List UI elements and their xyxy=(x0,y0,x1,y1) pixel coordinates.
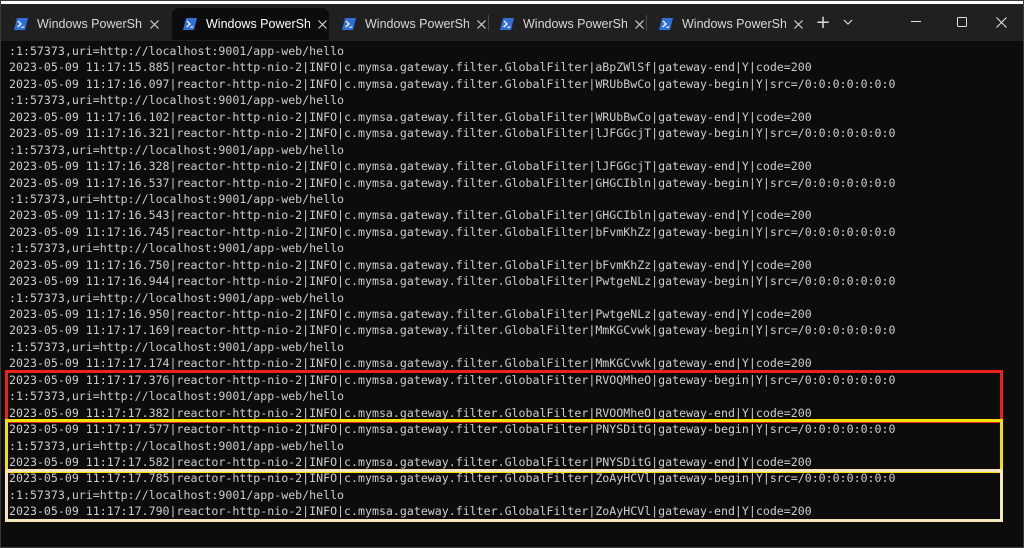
console-line: 2023-05-09 11:17:17.577|reactor-http-nio… xyxy=(9,422,896,437)
powershell-icon xyxy=(500,17,514,31)
console-line: 2023-05-09 11:17:17.376|reactor-http-nio… xyxy=(9,372,896,387)
console-line: :1:57373,uri=http://localhost:9001/app-w… xyxy=(9,487,345,502)
close-window-button[interactable] xyxy=(979,9,1023,35)
close-icon xyxy=(794,19,803,29)
tab-close-button[interactable] xyxy=(148,17,161,31)
console-line: 2023-05-09 11:17:16.944|reactor-http-nio… xyxy=(9,274,896,289)
console-line: 2023-05-09 11:17:17.382|reactor-http-nio… xyxy=(9,405,812,420)
console-line: 2023-05-09 11:17:16.543|reactor-http-nio… xyxy=(9,208,812,223)
console-line: :1:57373,uri=http://localhost:9001/app-w… xyxy=(9,142,345,157)
title-bar[interactable]: Windows PowerShe Windows PowerShe Windows … xyxy=(1,1,1023,41)
title-bar-top-strip xyxy=(1,1,1023,4)
console-line: 2023-05-09 11:17:16.537|reactor-http-nio… xyxy=(9,175,896,190)
close-icon xyxy=(477,19,486,29)
console-line: :1:57373,uri=http://localhost:9001/app-w… xyxy=(9,191,345,206)
console-line: 2023-05-09 11:17:16.950|reactor-http-nio… xyxy=(9,307,812,321)
tab-1[interactable]: Windows PowerShe xyxy=(3,8,161,40)
console-line: 2023-05-09 11:17:16.321|reactor-http-nio… xyxy=(9,126,896,141)
tab-label: Windows PowerShe xyxy=(37,17,142,31)
close-icon xyxy=(318,19,327,29)
console-line: :1:57373,uri=http://localhost:9001/app-w… xyxy=(9,438,345,453)
console-line: :1:57373,uri=http://localhost:9001/app-w… xyxy=(9,339,345,354)
minimize-button[interactable] xyxy=(893,9,939,35)
console-line: 2023-05-09 11:17:17.582|reactor-http-nio… xyxy=(9,454,812,469)
tab-label: Windows PowerShe xyxy=(523,17,627,31)
console-line: 2023-05-09 11:17:17.790|reactor-http-nio… xyxy=(9,504,812,519)
tab-close-button[interactable] xyxy=(792,17,805,31)
console-line: 2023-05-09 11:17:17.174|reactor-http-nio… xyxy=(9,356,812,371)
tab-label: Windows PowerShe xyxy=(206,17,310,31)
console-line: 2023-05-09 11:17:15.885|reactor-http-nio… xyxy=(9,60,812,75)
console-line: :1:57373,uri=http://localhost:9001/app-w… xyxy=(9,44,345,58)
powershell-icon xyxy=(342,17,356,31)
console-line: :1:57373,uri=http://localhost:9001/app-w… xyxy=(9,389,345,404)
console-line: 2023-05-09 11:17:17.169|reactor-http-nio… xyxy=(9,323,896,338)
tab-separator xyxy=(646,15,647,31)
powershell-icon xyxy=(14,17,28,31)
tab-label: Windows PowerShe xyxy=(365,17,469,31)
tab-close-button[interactable] xyxy=(475,17,488,31)
tab-4[interactable]: Windows PowerShe xyxy=(489,8,646,40)
console-output[interactable]: :1:57373,uri=http://localhost:9001/app-w… xyxy=(5,43,1015,543)
tab-5[interactable]: Windows PowerShe xyxy=(648,8,805,40)
chevron-down-icon xyxy=(843,19,853,25)
console-line: 2023-05-09 11:17:16.102|reactor-http-nio… xyxy=(9,109,812,124)
tab-3[interactable]: Windows PowerShe xyxy=(331,8,488,40)
tab-close-button[interactable] xyxy=(316,17,329,31)
console-lines: :1:57373,uri=http://localhost:9001/app-w… xyxy=(9,43,1015,520)
powershell-icon xyxy=(659,17,673,31)
console-line: 2023-05-09 11:17:16.328|reactor-http-nio… xyxy=(9,159,812,174)
console-line: 2023-05-09 11:17:16.750|reactor-http-nio… xyxy=(9,257,812,272)
plus-icon: + xyxy=(815,11,831,33)
console-line: 2023-05-09 11:17:16.097|reactor-http-nio… xyxy=(9,76,896,91)
console-line: :1:57373,uri=http://localhost:9001/app-w… xyxy=(9,241,345,256)
console-line: :1:57373,uri=http://localhost:9001/app-w… xyxy=(9,93,345,108)
close-icon xyxy=(995,16,1007,28)
console-line: :1:57373,uri=http://localhost:9001/app-w… xyxy=(9,290,345,305)
console-line: 2023-05-09 11:17:17.785|reactor-http-nio… xyxy=(9,471,896,486)
close-icon xyxy=(149,19,159,29)
tab-2[interactable]: Windows PowerShe xyxy=(172,8,329,40)
close-icon xyxy=(635,19,644,29)
tab-dropdown-button[interactable] xyxy=(837,9,859,35)
maximize-icon xyxy=(957,17,967,27)
new-tab-button[interactable]: + xyxy=(810,9,836,35)
tab-label: Windows PowerShe xyxy=(682,17,786,31)
terminal-window: Windows PowerShe Windows PowerShe Windows … xyxy=(0,0,1024,548)
console-line: 2023-05-09 11:17:16.745|reactor-http-nio… xyxy=(9,224,896,239)
powershell-icon xyxy=(183,17,197,31)
minimize-icon xyxy=(911,21,921,22)
tab-close-button[interactable] xyxy=(633,17,646,31)
